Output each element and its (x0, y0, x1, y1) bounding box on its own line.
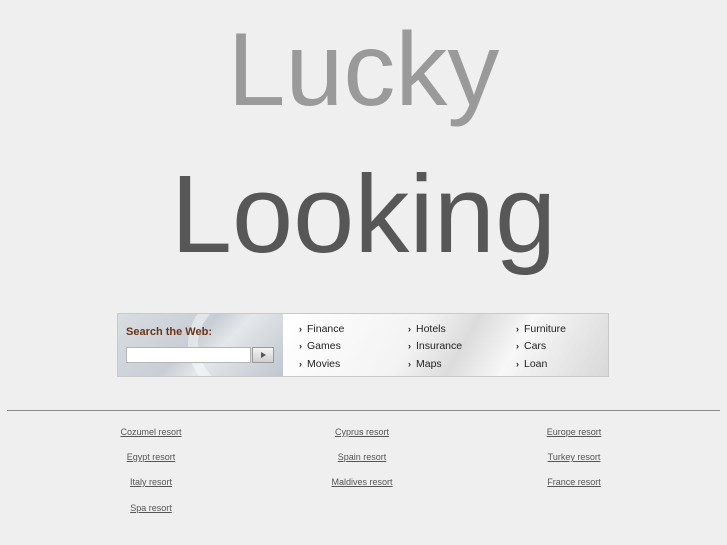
resort-link-spa[interactable]: Spa resort (130, 503, 172, 514)
category-label: Insurance (416, 340, 463, 352)
resort-link-cozumel[interactable]: Cozumel resort (120, 427, 181, 438)
category-link-insurance[interactable]: › Insurance (408, 340, 462, 352)
category-label: Loan (524, 358, 548, 370)
search-go-button[interactable] (252, 347, 274, 363)
category-label: Finance (307, 323, 345, 335)
category-link-games[interactable]: › Games (299, 340, 341, 352)
resort-link-maldives[interactable]: Maldives resort (331, 477, 392, 488)
category-link-furniture[interactable]: › Furniture (516, 323, 566, 335)
chevron-right-icon: › (299, 359, 302, 369)
search-box-area: Search the Web: (118, 314, 283, 376)
logo-word-lucky: Lucky (227, 12, 500, 128)
play-arrow-icon (260, 352, 266, 358)
chevron-right-icon: › (516, 324, 519, 334)
chevron-right-icon: › (516, 341, 519, 351)
category-label: Hotels (416, 323, 446, 335)
category-link-loan[interactable]: › Loan (516, 358, 547, 370)
category-link-hotels[interactable]: › Hotels (408, 323, 446, 335)
chevron-right-icon: › (408, 341, 411, 351)
chevron-right-icon: › (408, 359, 411, 369)
category-label: Cars (524, 340, 547, 352)
search-input[interactable] (126, 347, 251, 363)
chevron-right-icon: › (516, 359, 519, 369)
category-link-finance[interactable]: › Finance (299, 323, 344, 335)
resort-link-italy[interactable]: Italy resort (130, 477, 172, 488)
category-link-movies[interactable]: › Movies (299, 358, 340, 370)
resort-link-turkey[interactable]: Turkey resort (548, 452, 601, 463)
category-links: › Finance › Games › Movies › Hotels › Insuran… (283, 314, 608, 376)
resort-link-france[interactable]: France resort (547, 477, 601, 488)
chevron-right-icon: › (299, 324, 302, 334)
category-label: Maps (416, 358, 442, 370)
page: Lucky Looking Search the Web: › Finance ›… (0, 0, 727, 545)
category-link-cars[interactable]: › Cars (516, 340, 546, 352)
search-panel: Search the Web: › Finance › Games › Movies … (117, 313, 609, 377)
logo-word-looking: Looking (170, 153, 557, 276)
resort-link-cyprus[interactable]: Cyprus resort (335, 427, 389, 438)
category-label: Movies (307, 358, 341, 370)
decorative-swoosh (188, 314, 283, 376)
category-link-maps[interactable]: › Maps (408, 358, 442, 370)
resort-link-europe[interactable]: Europe resort (547, 427, 602, 438)
chevron-right-icon: › (299, 341, 302, 351)
resort-link-egypt[interactable]: Egypt resort (127, 452, 176, 463)
chevron-right-icon: › (408, 324, 411, 334)
divider-line (7, 410, 720, 411)
category-label: Furniture (524, 323, 567, 335)
category-label: Games (307, 340, 341, 352)
resort-link-spain[interactable]: Spain resort (338, 452, 387, 463)
search-label: Search the Web: (126, 326, 212, 338)
